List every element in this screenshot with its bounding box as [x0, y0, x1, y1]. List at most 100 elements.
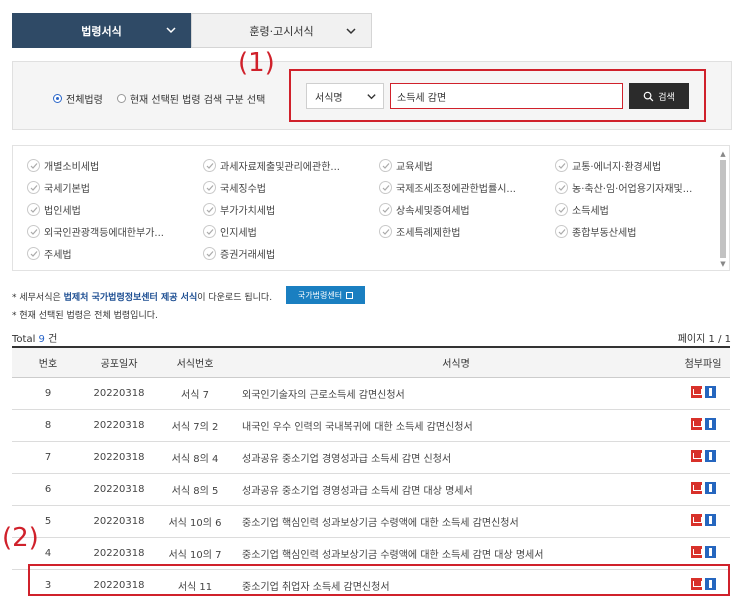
- law-checkbox-item[interactable]: 상속세및증여세법: [379, 202, 470, 217]
- total-count: Total 9 건: [12, 330, 57, 345]
- note-emphasis: 법제처 국가법령정보센터 제공 서식: [63, 293, 198, 303]
- law-checkbox-item[interactable]: 종합부동산세법: [555, 224, 636, 239]
- check-icon: [27, 247, 40, 260]
- check-icon: [27, 159, 40, 172]
- check-icon: [379, 225, 392, 238]
- check-icon: [555, 159, 568, 172]
- scroll-down-icon[interactable]: ▼: [719, 260, 727, 268]
- row-number: 9: [12, 377, 84, 410]
- law-name: 인지세법: [220, 228, 257, 239]
- search-button-label: 검색: [658, 92, 675, 103]
- header-form-number: 서식번호: [154, 346, 236, 378]
- law-checkbox-item[interactable]: 농·축산·임·어업용기자재및...: [555, 180, 692, 195]
- hwp-download-icon[interactable]: [704, 481, 716, 494]
- chevron-down-icon: [166, 27, 176, 34]
- table-row[interactable]: 7 20220318 서식 8의 4 성과공유 중소기업 경영성과급 소득세 감면 신…: [12, 441, 730, 474]
- search-field-select[interactable]: 서식명: [306, 83, 384, 109]
- law-checkbox-item[interactable]: 국세기본법: [27, 180, 90, 195]
- pdf-download-icon[interactable]: [690, 545, 702, 558]
- pdf-download-icon[interactable]: [690, 385, 702, 398]
- row-date: 20220318: [84, 409, 154, 442]
- search-input[interactable]: 소득세 감면: [390, 83, 623, 109]
- pdf-download-icon[interactable]: [690, 449, 702, 462]
- hwp-download-icon[interactable]: [704, 417, 716, 430]
- scope-all-radio[interactable]: [53, 94, 62, 103]
- law-checkbox-item[interactable]: 소득세법: [555, 202, 609, 217]
- law-checkbox-item[interactable]: 과세자료제출및관리에관한...: [203, 158, 340, 173]
- total-label: Total: [12, 334, 39, 345]
- law-name: 국제조세조정에관한법률시...: [396, 184, 516, 195]
- law-name: 과세자료제출및관리에관한...: [220, 162, 340, 173]
- scope-all-label[interactable]: 전체법령: [66, 91, 103, 106]
- scope-current-label[interactable]: 현재 선택된 법령 검색 구분 선택: [130, 91, 266, 106]
- pdf-download-icon[interactable]: [690, 481, 702, 494]
- note-text: 이 다운로드 됩니다.: [197, 293, 273, 303]
- law-checkbox-item[interactable]: 부가가치세법: [203, 202, 275, 217]
- selected-law-note: * 현재 선택된 법령은 전체 법령입니다.: [12, 311, 158, 321]
- chevron-down-icon: [346, 28, 356, 35]
- scope-current-radio[interactable]: [116, 94, 126, 103]
- hwp-download-icon[interactable]: [704, 449, 716, 462]
- row-form-number: 서식 8의 5: [154, 473, 236, 506]
- row-date: 20220318: [84, 505, 154, 538]
- law-checkbox-item[interactable]: 외국인관광객등에대한부가...: [27, 224, 164, 239]
- law-checkbox-item[interactable]: 주세법: [27, 246, 72, 261]
- row-form-name[interactable]: 내국인 우수 인력의 국내복귀에 대한 소득세 감면신청서: [236, 409, 676, 442]
- tab-law-forms[interactable]: 법령서식: [12, 13, 191, 48]
- row-form-number: 서식 8의 4: [154, 441, 236, 474]
- law-name: 조세특례제한법: [396, 228, 461, 239]
- law-checkbox-item[interactable]: 교통·에너지·환경세법: [555, 158, 661, 173]
- row-attachments: [676, 377, 730, 410]
- law-checkbox-item[interactable]: 국세징수법: [203, 180, 266, 195]
- check-icon: [379, 159, 392, 172]
- external-link-icon: [346, 291, 354, 299]
- law-name: 교통·에너지·환경세법: [572, 162, 662, 173]
- search-button[interactable]: 검색: [629, 83, 689, 109]
- pdf-download-icon[interactable]: [690, 417, 702, 430]
- scroll-thumb[interactable]: [720, 160, 726, 258]
- table-row[interactable]: 5 20220318 서식 10의 6 중소기업 핵심인력 성과보상기금 수령액에 대…: [12, 505, 730, 538]
- row-form-name[interactable]: 성과공유 중소기업 경영성과급 소득세 감면 신청서: [236, 441, 676, 474]
- law-checkbox-item[interactable]: 교육세법: [379, 158, 433, 173]
- law-checkbox-item[interactable]: 인지세법: [203, 224, 257, 239]
- tab-directive-forms[interactable]: 훈령·고시서식: [191, 13, 372, 48]
- page-label: 페이지: [677, 334, 709, 345]
- total-unit: 건: [44, 334, 58, 345]
- check-icon: [27, 181, 40, 194]
- law-name: 외국인관광객등에대한부가...: [44, 228, 164, 239]
- row-attachments: [676, 505, 730, 538]
- hwp-download-icon[interactable]: [704, 545, 716, 558]
- hwp-download-icon[interactable]: [704, 513, 716, 526]
- law-list-scrollbar[interactable]: ▲ ▼: [719, 150, 727, 268]
- law-checkbox-item[interactable]: 개별소비세법: [27, 158, 99, 173]
- row-form-name[interactable]: 외국인기술자의 근로소득세 감면신청서: [236, 377, 676, 410]
- chevron-down-icon: [367, 94, 376, 100]
- pdf-download-icon[interactable]: [690, 513, 702, 526]
- law-checkbox-item[interactable]: 조세특례제한법: [379, 224, 460, 239]
- law-name: 교육세법: [396, 162, 433, 173]
- attachment-group: [690, 545, 716, 558]
- hwp-download-icon[interactable]: [704, 385, 716, 398]
- check-icon: [555, 225, 568, 238]
- row-form-name[interactable]: 성과공유 중소기업 경영성과급 소득세 감면 대상 명세서: [236, 473, 676, 506]
- table-row[interactable]: 9 20220318 서식 7 외국인기술자의 근로소득세 감면신청서: [12, 377, 730, 410]
- check-icon: [379, 203, 392, 216]
- check-icon: [203, 159, 216, 172]
- law-name: 개별소비세법: [44, 162, 100, 173]
- law-checkbox-item[interactable]: 국제조세조정에관한법률시...: [379, 180, 516, 195]
- row-attachments: [676, 409, 730, 442]
- row-form-name[interactable]: 중소기업 핵심인력 성과보상기금 수령액에 대한 소득세 감면신청서: [236, 505, 676, 538]
- check-icon: [555, 181, 568, 194]
- search-icon: [643, 91, 654, 101]
- law-checkbox-item[interactable]: 증권거래세법: [203, 246, 275, 261]
- law-name: 소득세법: [572, 206, 609, 217]
- law-center-button[interactable]: 국가법령센터: [286, 286, 365, 304]
- table-row[interactable]: 8 20220318 서식 7의 2 내국인 우수 인력의 국내복귀에 대한 소득세 …: [12, 409, 730, 442]
- table-row[interactable]: 6 20220318 서식 8의 5 성과공유 중소기업 경영성과급 소득세 감면 대…: [12, 473, 730, 506]
- law-center-label: 국가법령센터: [297, 290, 343, 300]
- row-date: 20220318: [84, 473, 154, 506]
- check-icon: [203, 181, 216, 194]
- scroll-up-icon[interactable]: ▲: [719, 150, 727, 158]
- law-checkbox-item[interactable]: 법인세법: [27, 202, 81, 217]
- header-number: 번호: [12, 346, 84, 378]
